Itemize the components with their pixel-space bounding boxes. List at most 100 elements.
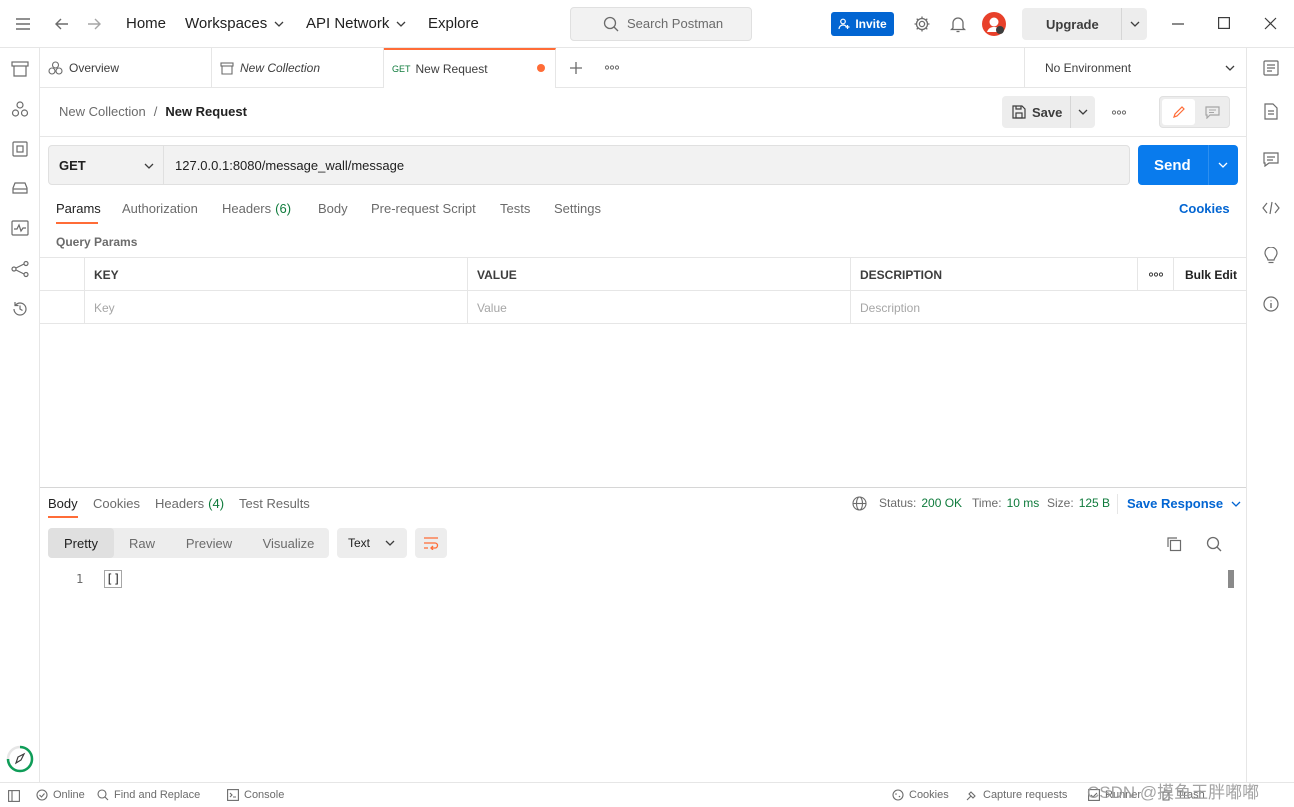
- value-input[interactable]: Value: [468, 291, 851, 324]
- key-input[interactable]: Key: [85, 291, 468, 324]
- chevron-down-icon[interactable]: [1218, 162, 1228, 168]
- nav-explore[interactable]: Explore: [428, 15, 479, 32]
- tab-authorization[interactable]: Authorization: [122, 201, 198, 216]
- tab-pre-request-script[interactable]: Pre-request Script: [371, 201, 476, 216]
- tab-headers[interactable]: Headers (6): [222, 201, 291, 216]
- tab-new-collection[interactable]: New Collection: [212, 48, 384, 88]
- breadcrumb-parent[interactable]: New Collection: [59, 104, 146, 119]
- request-more-options-icon[interactable]: [1112, 110, 1126, 115]
- breadcrumb-separator: /: [153, 104, 158, 119]
- edit-mode-button[interactable]: [1162, 99, 1195, 125]
- save-button[interactable]: Save: [1002, 96, 1095, 128]
- method-selector[interactable]: GET: [48, 145, 164, 185]
- response-pane-divider[interactable]: [40, 487, 1246, 488]
- environment-quick-look-icon[interactable]: [1263, 60, 1279, 76]
- back-arrow-icon[interactable]: [54, 16, 70, 32]
- unsaved-dot-icon[interactable]: [537, 64, 545, 72]
- format-raw[interactable]: Raw: [114, 528, 170, 558]
- wrap-lines-button[interactable]: [415, 528, 447, 558]
- url-input[interactable]: 127.0.0.1:8080/message_wall/message: [163, 145, 1130, 185]
- history-icon[interactable]: [11, 300, 29, 318]
- monitors-icon[interactable]: [11, 220, 29, 236]
- response-tab-headers[interactable]: Headers (4): [155, 496, 224, 511]
- search-response-icon[interactable]: [1206, 536, 1222, 552]
- nav-api-network[interactable]: API Network: [306, 15, 406, 32]
- bulk-edit-button[interactable]: Bulk Edit: [1174, 258, 1246, 291]
- response-status[interactable]: Status: 200 OK: [879, 496, 962, 510]
- comment-mode-button[interactable]: [1196, 99, 1229, 125]
- environment-selector[interactable]: No Environment: [1024, 48, 1246, 88]
- invite-label: Invite: [855, 17, 887, 31]
- size-value: 125 B: [1078, 496, 1111, 510]
- description-column-header: DESCRIPTION: [851, 258, 1138, 291]
- minimize-window-icon[interactable]: [1172, 23, 1184, 25]
- response-tab-test-results[interactable]: Test Results: [239, 496, 310, 511]
- toggle-sidebar-icon[interactable]: [8, 790, 20, 802]
- info-icon[interactable]: [1263, 296, 1279, 312]
- comments-icon[interactable]: [1263, 152, 1279, 167]
- trash-icon[interactable]: [11, 61, 29, 77]
- close-window-icon[interactable]: [1264, 17, 1277, 30]
- copy-icon[interactable]: [1166, 536, 1182, 552]
- capture-requests[interactable]: Capture requests: [966, 789, 1067, 801]
- statusbar-cookies[interactable]: Cookies: [892, 789, 949, 801]
- maximize-window-icon[interactable]: [1218, 17, 1230, 29]
- upgrade-button[interactable]: Upgrade: [1022, 8, 1147, 40]
- checkbox-column: [40, 258, 85, 291]
- tab-overview[interactable]: Overview: [40, 48, 212, 88]
- rocket-progress-icon[interactable]: [6, 745, 34, 773]
- tab-tests[interactable]: Tests: [500, 201, 530, 216]
- response-tab-body[interactable]: Body: [48, 496, 78, 511]
- tab-settings[interactable]: Settings: [554, 201, 601, 216]
- wrap-lines-icon: [424, 537, 439, 550]
- menu-icon[interactable]: [15, 17, 31, 31]
- nav-home[interactable]: Home: [126, 15, 166, 32]
- format-preview[interactable]: Preview: [170, 528, 248, 558]
- column-options-icon[interactable]: [1138, 258, 1174, 291]
- query-params-table: KEY VALUE DESCRIPTION Bulk Edit Key Valu…: [40, 257, 1246, 324]
- find-and-replace[interactable]: Find and Replace: [97, 789, 200, 801]
- response-size[interactable]: Size: 125 B: [1047, 496, 1110, 510]
- documentation-icon[interactable]: [1264, 103, 1278, 120]
- send-divider: [1208, 145, 1209, 185]
- nav-workspaces[interactable]: Workspaces: [185, 15, 284, 32]
- save-response-button[interactable]: Save Response: [1127, 496, 1241, 511]
- mock-servers-icon[interactable]: [11, 180, 29, 196]
- format-pretty-label: Pretty: [64, 535, 98, 551]
- send-button[interactable]: Send: [1138, 145, 1238, 185]
- tab-new-collection-label: New Collection: [240, 61, 321, 75]
- chevron-down-icon[interactable]: [1130, 21, 1140, 27]
- code-icon[interactable]: [1262, 201, 1280, 215]
- search-input[interactable]: Search Postman: [570, 7, 752, 41]
- response-time[interactable]: Time: 10 ms: [972, 496, 1039, 510]
- settings-gear-icon[interactable]: [913, 15, 931, 33]
- console-button[interactable]: Console: [227, 789, 284, 801]
- invite-button[interactable]: Invite: [831, 12, 894, 36]
- forward-arrow-icon[interactable]: [86, 16, 102, 32]
- cookies-link[interactable]: Cookies: [1179, 201, 1230, 216]
- tab-body[interactable]: Body: [318, 201, 348, 216]
- tab-new-request[interactable]: GET New Request: [384, 48, 556, 88]
- add-tab-icon[interactable]: [569, 61, 583, 75]
- tab-params[interactable]: Params: [56, 201, 101, 216]
- editor-scrollbar[interactable]: [1228, 570, 1234, 588]
- description-input[interactable]: Description: [851, 291, 1246, 324]
- avatar[interactable]: [982, 12, 1006, 36]
- key-header-label: KEY: [94, 267, 119, 282]
- format-visualize[interactable]: Visualize: [248, 528, 329, 558]
- apis-icon[interactable]: [11, 100, 29, 118]
- online-status[interactable]: Online: [36, 789, 85, 801]
- chevron-down-icon[interactable]: [1078, 109, 1088, 115]
- environments-icon[interactable]: [11, 140, 29, 158]
- language-selector[interactable]: Text: [337, 528, 407, 558]
- globe-icon[interactable]: [852, 496, 867, 511]
- response-tab-cookies[interactable]: Cookies: [93, 496, 140, 511]
- notification-bell-icon[interactable]: [950, 15, 966, 33]
- related-lightbulb-icon[interactable]: [1263, 247, 1279, 265]
- breadcrumb-current[interactable]: New Request: [165, 104, 247, 119]
- tab-more-options-icon[interactable]: [605, 65, 619, 70]
- top-bar: Home Workspaces API Network Explore Sear…: [0, 0, 1294, 48]
- flows-icon[interactable]: [11, 260, 29, 278]
- format-pretty[interactable]: Pretty: [48, 528, 114, 558]
- response-body-text[interactable]: []: [104, 570, 123, 588]
